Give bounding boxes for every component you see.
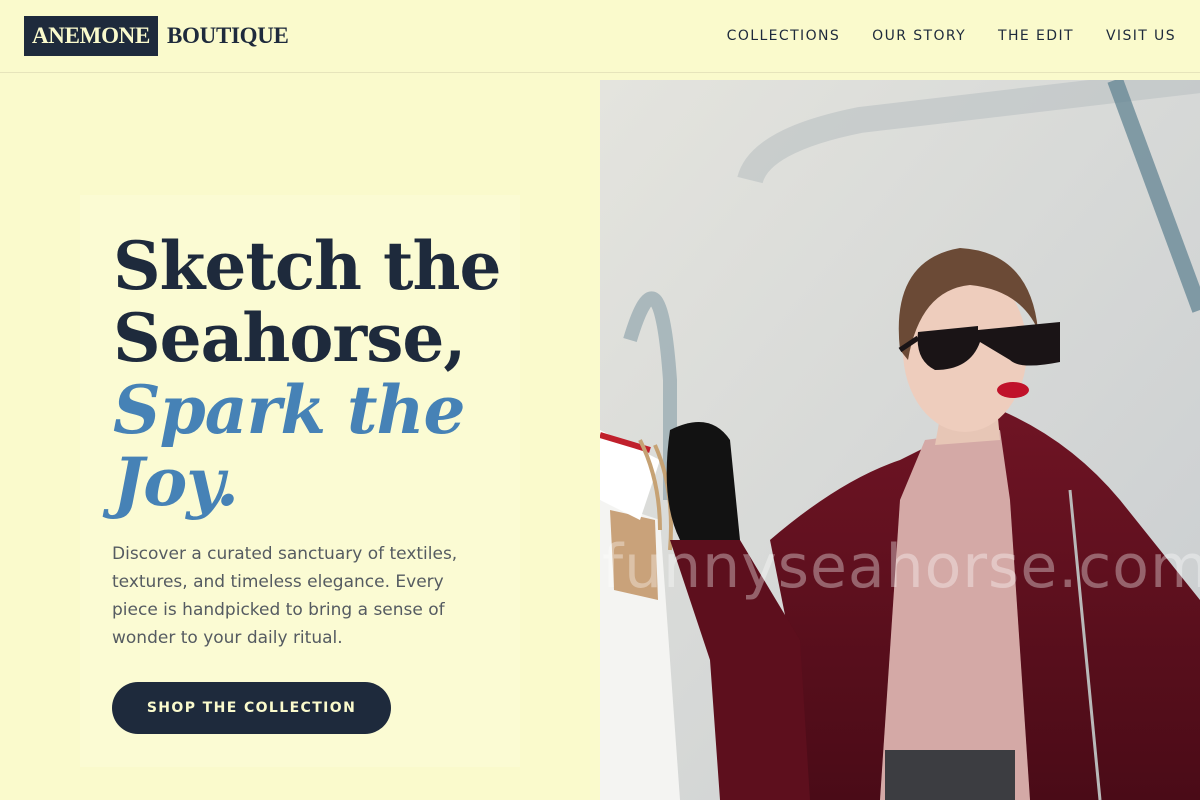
hero-headline: Sketch the Seahorse, Spark the Joy.	[113, 230, 583, 518]
headline-line-1: Sketch the	[113, 227, 501, 305]
hero-photo: funnyseahorse.com	[600, 80, 1200, 800]
shop-collection-button[interactable]: SHOP THE COLLECTION	[112, 682, 391, 734]
brand-logo[interactable]: ANEMONE BOUTIQUE	[24, 16, 289, 56]
nav-item-our-story[interactable]: OUR STORY	[872, 28, 966, 44]
photo-watermark: funnyseahorse.com	[602, 532, 1200, 602]
headline-accent-line-2: Joy.	[113, 443, 239, 521]
headline-accent-line-1: Spark the	[113, 371, 466, 449]
main-nav: COLLECTIONS OUR STORY THE EDIT VISIT US	[727, 28, 1176, 44]
nav-item-visit-us[interactable]: VISIT US	[1106, 28, 1176, 44]
nav-item-collections[interactable]: COLLECTIONS	[727, 28, 840, 44]
hero-photo-illustration	[600, 80, 1200, 800]
logo-box-text: ANEMONE	[24, 16, 159, 56]
nav-item-the-edit[interactable]: THE EDIT	[998, 28, 1074, 44]
hero-description: Discover a curated sanctuary of textiles…	[112, 544, 458, 648]
logo-text: BOUTIQUE	[167, 23, 289, 48]
headline-line-2: Seahorse,	[113, 299, 466, 377]
site-header: ANEMONE BOUTIQUE COLLECTIONS OUR STORY T…	[0, 0, 1200, 73]
